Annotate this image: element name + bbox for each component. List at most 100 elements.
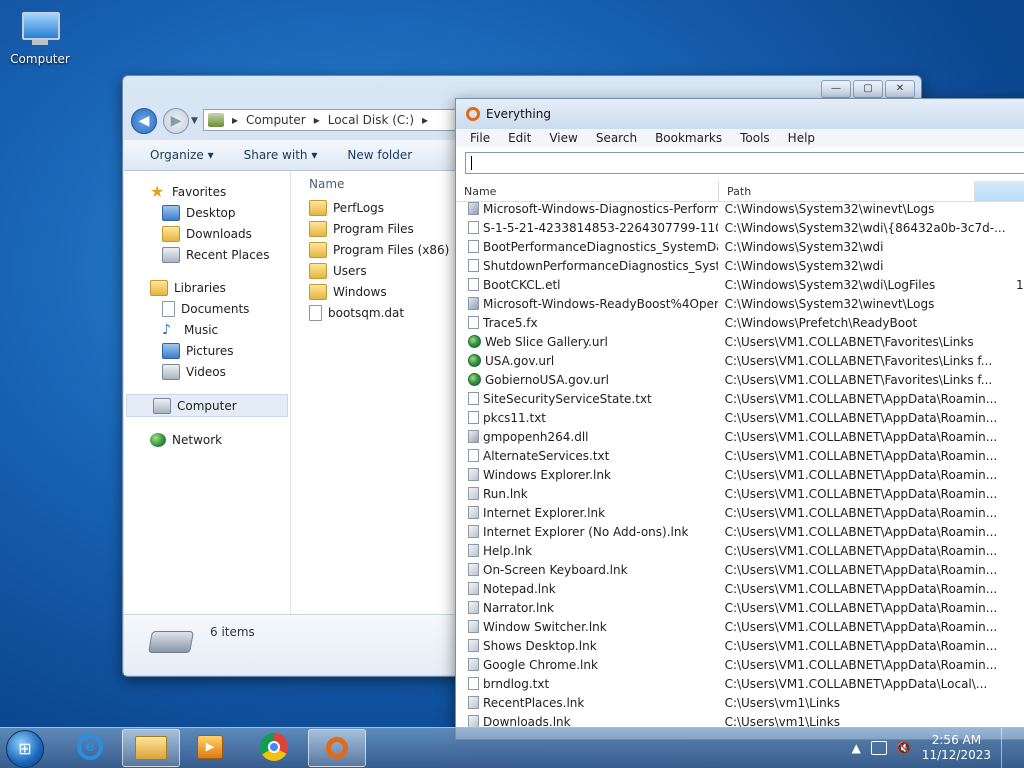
menu-edit[interactable]: Edit: [508, 131, 531, 145]
result-row[interactable]: On-Screen Keyboard.lnk C:\Users\VM1.COLLA…: [456, 560, 1024, 579]
column-header-path[interactable]: Path: [719, 181, 975, 201]
menu-help[interactable]: Help: [788, 131, 815, 145]
folder-icon: [309, 283, 327, 300]
result-row[interactable]: Notepad.lnk C:\Users\VM1.COLLABNET\AppDat…: [456, 579, 1024, 598]
result-row[interactable]: Microsoft-Windows-Diagnostics-Perform...…: [456, 199, 1024, 218]
breadcrumb-computer[interactable]: Computer: [246, 113, 306, 127]
documents-icon: [162, 300, 175, 317]
result-row[interactable]: Internet Explorer (No Add-ons).lnk C:\Use…: [456, 522, 1024, 541]
recent-pages-dropdown[interactable]: ▼: [191, 116, 198, 126]
file-file-icon: [468, 221, 479, 234]
close-button[interactable]: ✕: [885, 80, 915, 98]
menu-tools[interactable]: Tools: [740, 131, 770, 145]
nav-libraries[interactable]: Libraries: [124, 277, 290, 298]
menu-view[interactable]: View: [549, 131, 577, 145]
result-row[interactable]: pkcs11.txt C:\Users\VM1.COLLABNET\AppData…: [456, 408, 1024, 427]
result-row[interactable]: Windows Explorer.lnk C:\Users\VM1.COLLABN…: [456, 465, 1024, 484]
search-input[interactable]: [465, 152, 1024, 174]
result-name: RecentPlaces.lnk: [483, 695, 585, 710]
back-button[interactable]: ◀: [131, 108, 157, 134]
address-bar[interactable]: ▸ Computer ▸ Local Disk (C:) ▸: [203, 109, 469, 131]
forward-button[interactable]: ▶: [163, 108, 189, 134]
result-row[interactable]: Run.lnk C:\Users\VM1.COLLABNET\AppData\Ro…: [456, 484, 1024, 503]
clock[interactable]: 2:56 AM 11/12/2023: [922, 733, 991, 763]
share-with-button[interactable]: Share with ▾: [244, 148, 318, 162]
lnk-file-icon: [468, 639, 479, 652]
show-desktop-button[interactable]: [1001, 728, 1012, 768]
result-name: Trace5.fx: [483, 315, 538, 330]
menu-bookmarks[interactable]: Bookmarks: [655, 131, 722, 145]
result-row[interactable]: gmpopenh264.dll C:\Users\VM1.COLLABNET\Ap…: [456, 427, 1024, 446]
nav-documents[interactable]: Documents: [124, 298, 290, 319]
nav-computer[interactable]: Computer: [126, 394, 288, 417]
result-row[interactable]: Window Switcher.lnk C:\Users\VM1.COLLABNE…: [456, 617, 1024, 636]
new-folder-button[interactable]: New folder: [347, 148, 412, 162]
nav-desktop[interactable]: Desktop: [124, 202, 290, 223]
result-name-cell: Internet Explorer (No Add-ons).lnk: [456, 525, 718, 539]
result-row[interactable]: brndlog.txt C:\Users\VM1.COLLABNET\AppDat…: [456, 674, 1024, 693]
result-path: C:\Users\VM1.COLLABNET\AppData\Roamin...: [724, 562, 998, 577]
breadcrumb-local-disk[interactable]: Local Disk (C:): [328, 113, 414, 127]
lnk-file-icon: [468, 487, 479, 500]
result-row[interactable]: Google Chrome.lnk C:\Users\VM1.COLLABNET\…: [456, 655, 1024, 674]
result-row[interactable]: Trace5.fx C:\Windows\Prefetch\ReadyBoot: [456, 313, 1024, 332]
network-icon[interactable]: [870, 741, 887, 755]
everything-window: Everything File Edit View Search Bookmarks To…: [455, 98, 1024, 740]
result-row[interactable]: Narrator.lnk C:\Users\VM1.COLLABNET\AppDa…: [456, 598, 1024, 617]
result-row[interactable]: SiteSecurityServiceState.txt C:\Users\VM1…: [456, 389, 1024, 408]
menu-file[interactable]: File: [470, 131, 490, 145]
start-button[interactable]: ⊞: [6, 730, 44, 768]
everything-title-bar[interactable]: Everything: [456, 99, 1024, 129]
nav-recent-places[interactable]: Recent Places: [124, 244, 290, 265]
result-name: Narrator.lnk: [483, 600, 554, 615]
result-row[interactable]: Web Slice Gallery.url C:\Users\VM1.COLLAB…: [456, 332, 1024, 351]
result-name: USA.gov.url: [485, 353, 555, 368]
result-row[interactable]: USA.gov.url C:\Users\VM1.COLLABNET\Favori…: [456, 351, 1024, 370]
menu-search[interactable]: Search: [596, 131, 637, 145]
libraries-icon: [150, 279, 168, 296]
result-row[interactable]: S-1-5-21-4233814853-2264307799-1106637..…: [456, 218, 1024, 237]
nav-pictures[interactable]: Pictures: [124, 340, 290, 361]
taskbar-media-player[interactable]: ▶: [182, 729, 238, 765]
pictures-icon: [162, 342, 180, 359]
result-row[interactable]: RecentPlaces.lnk C:\Users\vm1\Links: [456, 693, 1024, 712]
taskbar-everything[interactable]: [308, 729, 366, 767]
nav-videos[interactable]: Videos: [124, 361, 290, 382]
result-row[interactable]: ShutdownPerformanceDiagnostics_Syste... C…: [456, 256, 1024, 275]
result-row[interactable]: Help.lnk C:\Users\VM1.COLLABNET\AppData\R…: [456, 541, 1024, 560]
result-name-cell: gmpopenh264.dll: [456, 430, 718, 444]
file-name: Users: [333, 263, 367, 278]
organize-button[interactable]: Organize ▾: [150, 148, 214, 162]
result-path: C:\Users\VM1.COLLABNET\AppData\Roamin...: [724, 638, 998, 653]
nav-favorites[interactable]: ★ Favorites: [124, 181, 290, 202]
taskbar-internet-explorer[interactable]: e: [62, 729, 118, 765]
minimize-button[interactable]: —: [821, 80, 851, 98]
result-row[interactable]: GobiernoUSA.gov.url C:\Users\VM1.COLLABNE…: [456, 370, 1024, 389]
show-hidden-icons-button[interactable]: ▲: [852, 741, 861, 755]
result-row[interactable]: Shows Desktop.lnk C:\Users\VM1.COLLABNET\…: [456, 636, 1024, 655]
window-title: Everything: [486, 107, 551, 121]
maximize-button[interactable]: ▢: [853, 80, 883, 98]
result-row[interactable]: AlternateServices.txt C:\Users\VM1.COLLAB…: [456, 446, 1024, 465]
result-row[interactable]: BootCKCL.etl C:\Windows\System32\wdi\LogF…: [456, 275, 1024, 294]
nav-downloads[interactable]: Downloads: [124, 223, 290, 244]
result-name-cell: USA.gov.url: [456, 354, 718, 368]
column-header-name[interactable]: Name: [456, 181, 719, 201]
url-file-icon: [468, 354, 481, 367]
file-file-icon: [468, 259, 479, 272]
result-row[interactable]: Microsoft-Windows-ReadyBoost%4Opera... C:…: [456, 294, 1024, 313]
result-name: Internet Explorer.lnk: [483, 505, 606, 520]
result-row[interactable]: BootPerformanceDiagnostics_SystemData...…: [456, 237, 1024, 256]
nav-music[interactable]: ♪ Music: [124, 319, 290, 340]
computer-icon: [208, 113, 224, 127]
result-name: Microsoft-Windows-ReadyBoost%4Opera...: [483, 296, 718, 311]
taskbar-google-chrome[interactable]: [246, 729, 302, 765]
volume-muted-icon[interactable]: 🔇: [897, 741, 912, 755]
result-row[interactable]: Internet Explorer.lnk C:\Users\VM1.COLLAB…: [456, 503, 1024, 522]
nav-network[interactable]: Network: [124, 429, 290, 450]
desktop-icon-computer[interactable]: Computer: [8, 8, 72, 66]
breadcrumb-sep-icon: ▸: [232, 113, 239, 127]
result-name-cell: Run.lnk: [456, 487, 718, 501]
column-header-size[interactable]: [975, 181, 1024, 201]
taskbar-windows-explorer[interactable]: [122, 729, 180, 767]
